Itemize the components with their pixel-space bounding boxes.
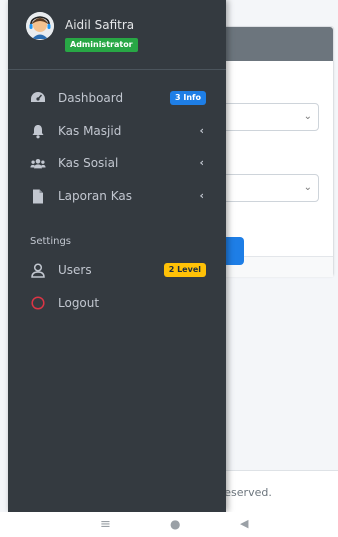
settings-header: Settings xyxy=(30,236,72,247)
nav-label-kas-sosial: Kas Sosial xyxy=(58,156,119,170)
info-badge: 3 Info xyxy=(170,91,206,105)
nav-label-dashboard: Dashboard xyxy=(58,91,124,105)
nav-item-kas-masjid[interactable]: Kas Masjid ‹ xyxy=(8,116,226,146)
tachometer-icon xyxy=(30,90,46,106)
select-field-2[interactable]: ⌄ xyxy=(215,174,319,202)
user-icon xyxy=(30,262,46,278)
menu-icon[interactable]: ≡ xyxy=(100,517,111,532)
system-nav-bar: ≡ ● ◀ xyxy=(0,512,338,537)
page-footer: reserved. xyxy=(214,470,338,512)
user-panel[interactable]: Aidil Safitra Administrator xyxy=(8,0,226,70)
chevron-left-icon: ‹ xyxy=(199,156,204,169)
nav-item-users[interactable]: Users 2 Level xyxy=(8,255,226,285)
nav-label-logout: Logout xyxy=(58,296,100,310)
home-icon[interactable]: ● xyxy=(170,517,180,531)
role-badge: Administrator xyxy=(65,38,138,52)
chevron-left-icon: ‹ xyxy=(199,189,204,202)
nav-label-users: Users xyxy=(58,263,92,277)
avatar xyxy=(26,12,54,40)
card-header xyxy=(215,27,333,61)
user-name: Aidil Safitra xyxy=(65,18,135,32)
nav-item-kas-sosial[interactable]: Kas Sosial ‹ xyxy=(8,148,226,178)
back-icon[interactable]: ◀ xyxy=(240,517,248,530)
chevron-down-icon: ⌄ xyxy=(303,182,312,193)
nav-item-laporan-kas[interactable]: Laporan Kas ‹ xyxy=(8,181,226,211)
sidebar: Aidil Safitra Administrator Dashboard 3 … xyxy=(8,0,226,512)
chevron-left-icon: ‹ xyxy=(199,124,204,137)
nav-label-kas-masjid: Kas Masjid xyxy=(58,124,122,138)
level-badge: 2 Level xyxy=(163,263,206,277)
chevron-down-icon: ⌄ xyxy=(303,111,312,122)
select-field-1[interactable]: ⌄ xyxy=(215,103,319,131)
bell-icon xyxy=(30,123,46,139)
users-icon xyxy=(30,155,46,171)
power-icon xyxy=(30,295,46,311)
nav-item-dashboard[interactable]: Dashboard 3 Info xyxy=(8,83,226,113)
file-icon xyxy=(30,188,46,204)
nav-label-laporan-kas: Laporan Kas xyxy=(58,189,132,203)
footer-text: reserved. xyxy=(220,486,272,499)
nav-item-logout[interactable]: Logout xyxy=(8,288,226,318)
